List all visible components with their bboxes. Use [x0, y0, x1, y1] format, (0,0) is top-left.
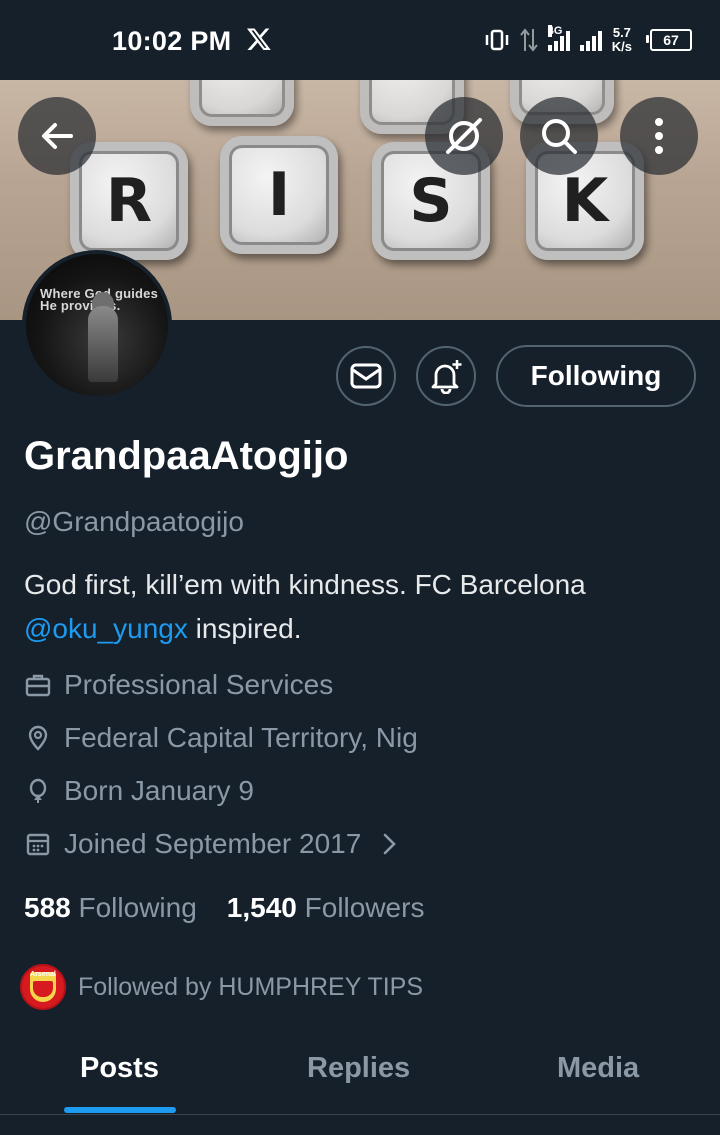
avatar[interactable]: Where God guides He provides. [22, 250, 172, 400]
more-vertical-icon [655, 118, 663, 154]
search-icon [542, 119, 577, 154]
arrow-left-icon [42, 123, 73, 149]
bio-tail: inspired. [187, 613, 302, 644]
battery-icon: 67 [646, 29, 692, 51]
balloon-icon [29, 778, 47, 803]
tab-replies[interactable]: Replies [307, 1052, 410, 1085]
status-time: 10:02 PM [112, 26, 232, 56]
briefcase-icon [25, 674, 51, 697]
grok-button[interactable] [425, 97, 503, 175]
status-bar: 10:02 PM 4G 5.7 K/s 67 [0, 0, 720, 80]
network-type: 4G [547, 25, 563, 37]
profile-location: Federal Capital Territory, Nig [24, 722, 418, 754]
message-button[interactable] [336, 346, 396, 406]
signal-4g-icon: 4G [547, 25, 570, 51]
following-button[interactable]: Following [496, 345, 696, 407]
tab-posts[interactable]: Posts [80, 1052, 159, 1085]
profile-bio: God first, kill’em with kindness. FC Bar… [24, 563, 704, 651]
avatar-figure [88, 306, 118, 382]
followed-by[interactable]: Arsenal Followed by HUMPHREY TIPS [20, 964, 423, 1010]
tab-media[interactable]: Media [557, 1052, 639, 1085]
banner-tile-i: I [220, 136, 338, 254]
data-arrows-icon [519, 28, 538, 52]
following-stat[interactable]: 588 Following [24, 892, 197, 924]
profile-tabs: Posts Replies Media [0, 1040, 720, 1115]
chevron-right-icon [384, 833, 397, 855]
status-icons: 4G 5.7 K/s 67 [484, 20, 692, 60]
location-pin-icon [28, 725, 48, 751]
followers-stat[interactable]: 1,540 Followers [227, 892, 425, 924]
active-tab-indicator [64, 1107, 176, 1113]
bio-text: God first, kill’em with kindness. FC Bar… [24, 569, 586, 600]
profile-category: Professional Services [24, 669, 333, 701]
bell-plus-icon [431, 360, 462, 394]
vibrate-icon [485, 29, 509, 51]
calendar-icon [26, 833, 50, 856]
profile-joined[interactable]: Joined September 2017 [24, 828, 403, 860]
envelope-icon [350, 363, 382, 389]
arsenal-badge-icon: Arsenal [20, 964, 66, 1010]
signal-icon [579, 29, 602, 51]
back-button[interactable] [18, 97, 96, 175]
profile-birthday: Born January 9 [24, 775, 254, 807]
banner-tile [190, 80, 294, 126]
network-speed: 5.7 K/s [611, 25, 632, 54]
display-name: GrandpaaAtogijo [24, 434, 349, 478]
follow-stats: 588 Following 1,540 Followers [24, 892, 424, 924]
search-button[interactable] [520, 97, 598, 175]
more-options-button[interactable] [620, 97, 698, 175]
grok-icon [446, 118, 482, 154]
notifications-button[interactable] [416, 346, 476, 406]
followed-by-text: Followed by HUMPHREY TIPS [78, 972, 424, 1001]
bio-mention-link[interactable]: @oku_yungx [24, 613, 188, 644]
x-logo-icon [246, 28, 271, 51]
user-handle: @Grandpaatogijo [24, 506, 244, 537]
